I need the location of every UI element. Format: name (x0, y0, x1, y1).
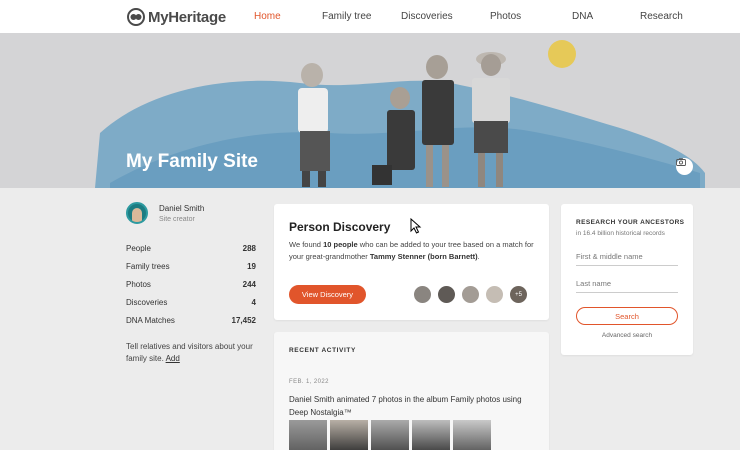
person-photo[interactable] (461, 285, 480, 304)
person-photo[interactable] (437, 285, 456, 304)
mouse-cursor-icon (410, 218, 422, 234)
more-people-badge[interactable]: +5 (509, 285, 528, 304)
photo-thumbnail[interactable] (289, 420, 327, 450)
search-button[interactable]: Search (576, 307, 678, 325)
card-title: Person Discovery (289, 220, 391, 234)
stat-label: People (126, 243, 151, 253)
site-title: My Family Site (126, 151, 258, 172)
advanced-search-link[interactable]: Advanced search (561, 332, 693, 339)
avatar (126, 202, 148, 224)
discovery-description: We found 10 people who can be added to y… (289, 240, 534, 261)
stat-dna-matches[interactable]: DNA Matches 17,452 (126, 311, 256, 329)
research-card: RESEARCH YOUR ANCESTORS in 16.4 billion … (561, 204, 693, 355)
stat-value: 288 (242, 243, 256, 253)
brand-name: MyHeritage (148, 8, 226, 26)
stat-label: Photos (126, 279, 151, 289)
matched-people: +5 (413, 285, 533, 304)
section-title: RECENT ACTIVITY (289, 347, 356, 354)
nav-dna[interactable]: DNA (572, 11, 593, 22)
top-nav: MyHeritage Home Family tree Discoveries … (0, 0, 740, 33)
activity-date: FEB. 1, 2022 (289, 379, 329, 385)
last-name-input[interactable] (576, 275, 678, 293)
nav-photos[interactable]: Photos (490, 11, 521, 22)
view-discovery-button[interactable]: View Discovery (289, 285, 366, 304)
myheritage-logo[interactable]: MyHeritage (127, 8, 226, 26)
stat-label: Discoveries (126, 297, 168, 307)
stat-label: DNA Matches (126, 315, 175, 325)
stat-discoveries[interactable]: Discoveries 4 (126, 293, 256, 311)
album-link[interactable]: Family photos (450, 395, 500, 404)
stat-value: 244 (242, 279, 256, 289)
photo-thumbnail[interactable] (371, 420, 409, 450)
stat-photos[interactable]: Photos 244 (126, 275, 256, 293)
stat-value: 17,452 (231, 315, 256, 325)
nav-home[interactable]: Home (254, 11, 281, 22)
research-subtitle: in 16.4 billion historical records (576, 230, 665, 237)
site-stats: People 288 Family trees 19 Photos 244 Di… (126, 239, 256, 329)
research-title: RESEARCH YOUR ANCESTORS (576, 219, 685, 226)
activity-actor[interactable]: Daniel Smith (289, 395, 334, 404)
user-profile[interactable]: Daniel Smith Site creator (126, 200, 256, 226)
person-photo[interactable] (485, 285, 504, 304)
stat-label: Family trees (126, 261, 170, 271)
hero-illustration (95, 40, 705, 188)
hero-banner: My Family Site (0, 33, 740, 188)
person-photo[interactable] (413, 285, 432, 304)
photo-thumbnail[interactable] (412, 420, 450, 450)
first-name-input[interactable] (576, 248, 678, 266)
stat-people[interactable]: People 288 (126, 239, 256, 257)
invite-text: Tell relatives and visitors about your f… (126, 341, 256, 365)
nav-discoveries[interactable]: Discoveries (401, 11, 453, 22)
nav-research[interactable]: Research (640, 11, 683, 22)
nav-family-tree[interactable]: Family tree (322, 11, 371, 22)
stat-family-trees[interactable]: Family trees 19 (126, 257, 256, 275)
myheritage-logo-icon (127, 8, 145, 26)
add-link[interactable]: Add (166, 354, 180, 363)
activity-text: Daniel Smith animated 7 photos in the al… (289, 395, 522, 417)
invite-message: Tell relatives and visitors about your f… (126, 342, 253, 363)
stat-value: 4 (251, 297, 256, 307)
photo-thumbnail[interactable] (330, 420, 368, 450)
camera-icon (676, 158, 686, 166)
photo-thumbnails (289, 420, 494, 450)
site-sidebar: Daniel Smith Site creator People 288 Fam… (126, 200, 256, 365)
recent-activity-card: RECENT ACTIVITY FEB. 1, 2022 Daniel Smit… (274, 332, 549, 450)
user-role: Site creator (159, 215, 195, 223)
photo-thumbnail[interactable] (453, 420, 491, 450)
stat-value: 19 (247, 261, 256, 271)
change-cover-button[interactable] (676, 158, 693, 175)
user-name: Daniel Smith (159, 203, 205, 213)
